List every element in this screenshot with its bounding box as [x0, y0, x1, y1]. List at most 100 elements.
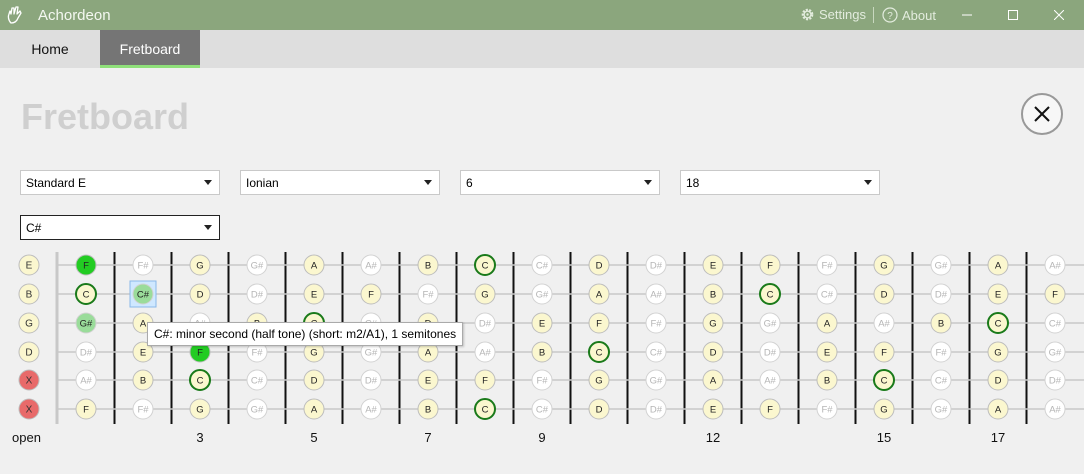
- fret-note-label: C#: [536, 261, 549, 272]
- fret-note-label: A: [995, 261, 1002, 272]
- fret-note-label: A#: [479, 348, 491, 359]
- fret-note-label: F#: [650, 319, 662, 330]
- fret-note-label: C#: [137, 290, 150, 301]
- fret-note-label: A: [311, 261, 318, 272]
- fret-note-label: C: [83, 290, 90, 301]
- open-string-label: D: [25, 348, 32, 359]
- fret-note-label: D#: [935, 290, 948, 301]
- tab-home[interactable]: Home: [0, 30, 100, 68]
- fret-note-label: E: [710, 261, 716, 272]
- fret-note-label: D: [710, 348, 717, 359]
- fret-note-label: G: [196, 261, 203, 272]
- fret-note-label: E: [710, 405, 716, 416]
- open-string-label: X: [26, 376, 33, 387]
- fret-note-label: A: [140, 319, 147, 330]
- fret-note-label: C#: [821, 290, 834, 301]
- help-icon: ?: [882, 7, 898, 23]
- strings-select[interactable]: 6: [460, 170, 660, 195]
- fret-note-label: D#: [479, 319, 492, 330]
- fret-note-label: A#: [650, 290, 662, 301]
- fret-note-label: C#: [251, 376, 264, 387]
- fret-note-label: F#: [536, 376, 548, 387]
- fret-note-label: F#: [935, 348, 947, 359]
- fret-note-label: A#: [80, 376, 92, 387]
- maximize-button[interactable]: [990, 0, 1036, 30]
- fret-note-label: D#: [365, 376, 378, 387]
- close-icon: [1054, 10, 1064, 20]
- fret-note-label: E: [425, 376, 431, 387]
- fret-note-label: D: [197, 290, 204, 301]
- fret-note-label: E: [824, 348, 830, 359]
- fret-number: 5: [310, 430, 318, 445]
- settings-label: Settings: [819, 7, 866, 22]
- fret-note-label: F: [1052, 290, 1058, 301]
- fret-note-label: C: [995, 319, 1002, 330]
- key-value: C#: [26, 220, 42, 235]
- tab-fretboard[interactable]: Fretboard: [100, 30, 200, 68]
- fret-note-label: A#: [878, 319, 890, 330]
- fret-note-label: D: [311, 376, 318, 387]
- fret-note-label: F#: [137, 261, 149, 272]
- fret-note-label: G#: [536, 290, 549, 301]
- tuning-value: Standard E: [26, 175, 87, 190]
- fret-note-label: D#: [251, 290, 264, 301]
- fret-number: 15: [876, 430, 892, 445]
- fret-note-label: F: [767, 405, 773, 416]
- chevron-down-icon: [197, 180, 219, 185]
- fret-note-label: D: [596, 261, 603, 272]
- tuning-select[interactable]: Standard E: [20, 170, 220, 195]
- fret-note-label: B: [140, 376, 146, 387]
- fret-note-label: D: [995, 376, 1002, 387]
- fret-note-label: F: [83, 405, 89, 416]
- key-select[interactable]: C#: [20, 215, 220, 240]
- fret-note-label: D#: [650, 261, 663, 272]
- close-page-button[interactable]: [1021, 93, 1063, 135]
- fret-note-label: F: [197, 348, 203, 359]
- frets-select[interactable]: 18: [680, 170, 880, 195]
- fret-note-label: C#: [935, 376, 948, 387]
- fret-note-label: E: [995, 290, 1001, 301]
- fret-note-label: F: [368, 290, 374, 301]
- about-button[interactable]: ? About: [882, 7, 936, 23]
- fret-number: 17: [990, 430, 1006, 445]
- fret-note-label: A: [824, 319, 831, 330]
- gear-icon: [801, 8, 814, 21]
- fret-note-label: F#: [422, 290, 434, 301]
- strings-value: 6: [466, 175, 473, 190]
- fret-note-label: B: [425, 405, 431, 416]
- about-label: About: [902, 7, 936, 23]
- fret-note-label: C: [596, 348, 603, 359]
- fret-note-label: F: [767, 261, 773, 272]
- chevron-down-icon: [197, 225, 219, 230]
- fret-note-label: A#: [365, 261, 377, 272]
- fret-note-label: E: [539, 319, 545, 330]
- fretboard: E F F# G G# A A# B C C# D D# E F F# G G# A A# B C C# D D# E F F# G G…: [18, 252, 1084, 424]
- fret-note-label: F: [482, 376, 488, 387]
- open-string-label: G: [25, 319, 33, 330]
- fret-note-label: E: [140, 348, 146, 359]
- open-string-label: E: [26, 261, 33, 272]
- fret-note-label: C#: [536, 405, 549, 416]
- maximize-icon: [1008, 10, 1018, 20]
- fret-note-label: C: [482, 261, 489, 272]
- tab-bar: Home Fretboard: [0, 30, 1084, 68]
- settings-button[interactable]: Settings: [800, 7, 866, 22]
- chevron-down-icon: [417, 180, 439, 185]
- fret-note-label: G: [196, 405, 203, 416]
- minimize-button[interactable]: [944, 0, 990, 30]
- fret-note-label: A: [710, 376, 717, 387]
- fret-note-label: A: [596, 290, 603, 301]
- fret-note-label: B: [539, 348, 545, 359]
- note-tooltip: C#: minor second (half tone) (short: m2/…: [147, 322, 464, 346]
- fret-number: 3: [196, 430, 204, 445]
- fret-note-label: A#: [1049, 405, 1061, 416]
- mode-select[interactable]: Ionian: [240, 170, 440, 195]
- title-bar: Achordeon Settings ? About: [0, 0, 1084, 30]
- fret-note-label: G#: [80, 319, 93, 330]
- fret-note-label: G#: [650, 376, 663, 387]
- fret-note-label: A#: [365, 405, 377, 416]
- fret-note-label: B: [938, 319, 944, 330]
- fret-note-label: C: [197, 376, 204, 387]
- fret-note-label: D#: [764, 348, 777, 359]
- window-close-button[interactable]: [1036, 0, 1082, 30]
